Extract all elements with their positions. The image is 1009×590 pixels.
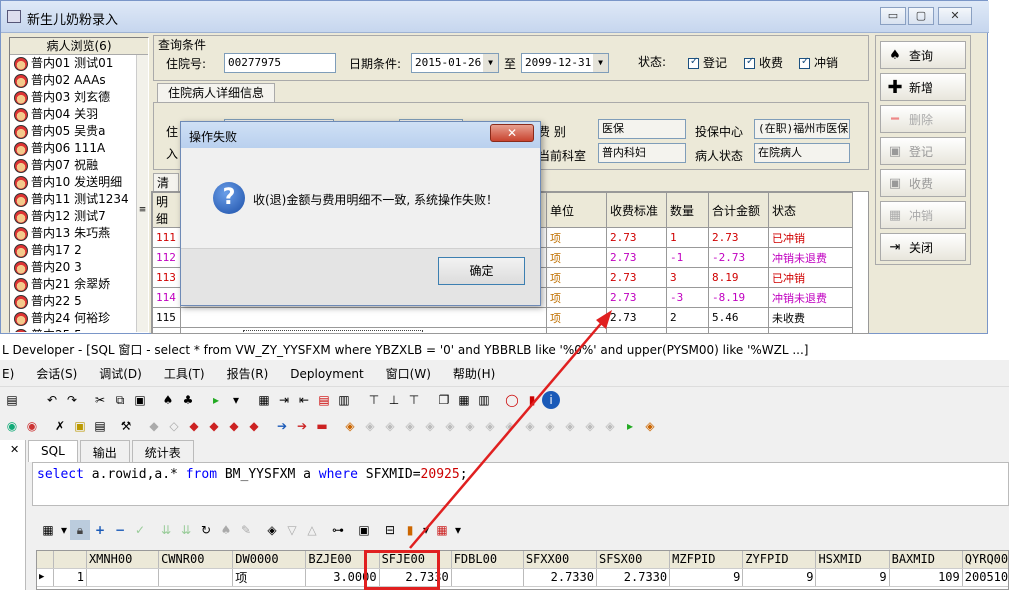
dialog-titlebar: 操作失败 ✕ [181,122,540,148]
dialog-close-button[interactable]: ✕ [490,124,534,142]
dialog-message: 收(退)金额与费用明细不一致, 系统操作失败！ [253,193,498,207]
error-dialog: 操作失败 ✕ ? 收(退)金额与费用明细不一致, 系统操作失败！ 确定 [180,121,541,306]
close-icon: ✕ [506,126,518,140]
dialog-title: 操作失败 [189,130,238,144]
question-icon: ? [213,182,245,214]
ok-button[interactable]: 确定 [438,257,525,285]
ok-button-label: 确定 [469,264,494,278]
